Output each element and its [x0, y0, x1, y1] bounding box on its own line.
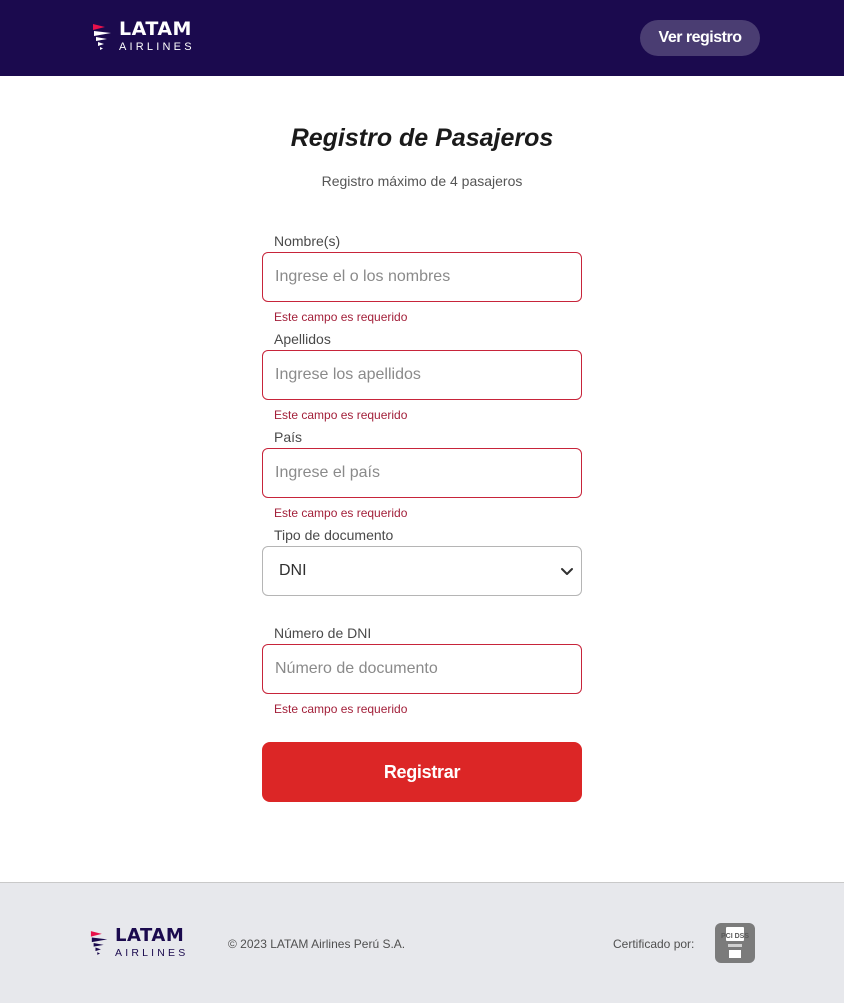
- document-number-label: Número de DNI: [274, 625, 372, 641]
- copyright-text: © 2023 LATAM Airlines Perú S.A.: [228, 937, 406, 951]
- footer-logo-brand-text: LATAM: [115, 925, 185, 946]
- document-type-select[interactable]: DNI: [262, 546, 582, 596]
- document-type-label: Tipo de documento: [274, 527, 394, 543]
- page-title: Registro de Pasajeros: [290, 124, 554, 152]
- country-input[interactable]: [262, 448, 582, 498]
- badge-pci-text: PCI DSS: [721, 933, 749, 940]
- names-input[interactable]: [262, 252, 582, 302]
- page-subtitle: Registro máximo de 4 pasajeros: [321, 173, 523, 189]
- top-navbar: LATAM AIRLINES Ver registro: [0, 0, 844, 76]
- register-button[interactable]: Registrar: [262, 742, 582, 802]
- country-label: País: [274, 429, 303, 445]
- surnames-error: Este campo es requerido: [274, 408, 408, 422]
- document-number-error: Este campo es requerido: [274, 702, 408, 716]
- certified-label: Certificado por:: [613, 937, 695, 951]
- latam-logo-icon: [93, 23, 111, 50]
- names-label: Nombre(s): [274, 233, 341, 249]
- logo-brand-text: LATAM: [119, 18, 192, 40]
- country-error: Este campo es requerido: [274, 506, 408, 520]
- footer-logo-sub-text: AIRLINES: [115, 947, 189, 959]
- surnames-input[interactable]: [262, 350, 582, 400]
- footer-latam-logo: LATAM AIRLINES: [90, 927, 188, 959]
- ver-registro-button[interactable]: Ver registro: [640, 20, 760, 56]
- names-error: Este campo es requerido: [274, 310, 408, 324]
- document-number-input[interactable]: [262, 644, 582, 694]
- page-footer: LATAM AIRLINES © 2023 LATAM Airlines Per…: [0, 882, 844, 1003]
- surnames-label: Apellidos: [274, 331, 331, 347]
- latam-logo[interactable]: LATAM AIRLINES: [92, 20, 195, 53]
- pci-dss-badge-icon: PCI DSS: [715, 923, 755, 963]
- latam-logo-icon: [90, 930, 108, 955]
- chevron-down-icon: [561, 568, 573, 575]
- logo-sub-text: AIRLINES: [119, 41, 195, 53]
- document-type-selected-value: DNI: [279, 562, 307, 579]
